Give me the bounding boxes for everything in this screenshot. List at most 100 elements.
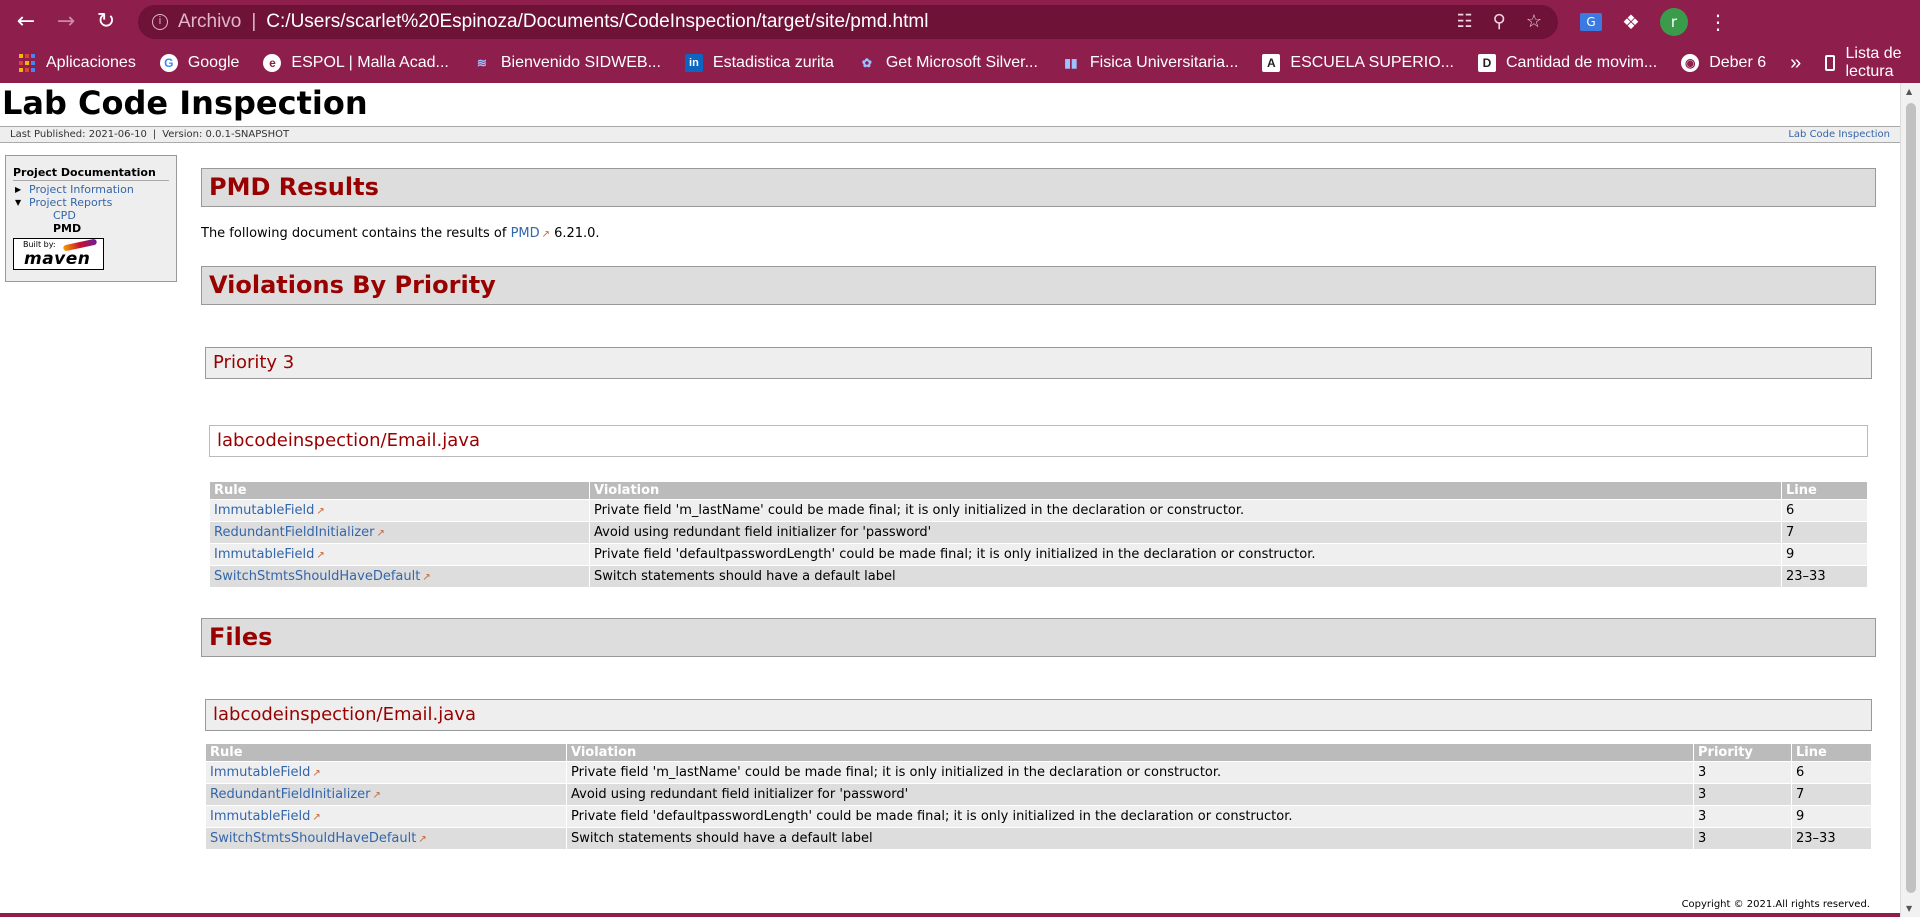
- scrollbar-thumb[interactable]: [1906, 103, 1916, 893]
- built-by-label: Built by:: [23, 240, 56, 249]
- page: Lab Code Inspection Last Published: 2021…: [0, 83, 1900, 917]
- bookmark-sidweb[interactable]: ≋ Bienvenido SIDWEB...: [473, 54, 661, 72]
- google-translate-extension-icon[interactable]: G: [1580, 12, 1602, 31]
- violations-table: Rule Violation Line ImmutableField ↗ Priv…: [209, 481, 1868, 588]
- pmd-results-heading: PMD Results: [201, 168, 1876, 207]
- left-navigation: Project Documentation ▶ Project Informat…: [5, 155, 177, 282]
- rule-link[interactable]: RedundantFieldInitializer: [214, 525, 375, 540]
- external-link-icon: ↗: [422, 572, 431, 583]
- bookmark-fisica[interactable]: ▮▮ Fisica Universitaria...: [1062, 54, 1238, 72]
- address-bar[interactable]: i Archivo | C:/Users/scarlet%20Espinoza/…: [138, 4, 1558, 39]
- bookmark-estadistica[interactable]: in Estadistica zurita: [684, 54, 834, 72]
- translate-icon[interactable]: ☷: [1457, 11, 1473, 32]
- rule-link[interactable]: ImmutableField: [210, 765, 310, 780]
- table-row: RedundantFieldInitializer ↗ Avoid using r…: [205, 783, 1872, 806]
- expanded-triangle-icon: ▼: [15, 198, 22, 207]
- line-cell: 23–33: [1781, 565, 1868, 588]
- menu-kebab-icon[interactable]: ⋮: [1708, 10, 1728, 34]
- globe-icon: ◉: [1681, 54, 1700, 72]
- main-content: PMD Results The following document conta…: [201, 168, 1876, 850]
- external-link-icon: ↗: [372, 790, 381, 801]
- a-letter-icon: A: [1262, 54, 1281, 72]
- bookmark-silverlight[interactable]: ✿ Get Microsoft Silver...: [858, 54, 1038, 72]
- nav-item-cpd[interactable]: CPD: [13, 209, 169, 222]
- bookmark-label: Bienvenido SIDWEB...: [500, 54, 661, 71]
- scroll-up-arrow-icon[interactable]: ▲: [1906, 87, 1912, 96]
- bookmark-google[interactable]: G Google: [159, 54, 240, 72]
- breadcrumb-link-home[interactable]: Lab Code Inspection: [1788, 129, 1890, 140]
- info-icon[interactable]: i: [152, 13, 168, 30]
- rule-link[interactable]: SwitchStmtsShouldHaveDefault: [214, 569, 420, 584]
- google-icon: G: [159, 54, 178, 72]
- priority-cell: 3: [1693, 827, 1792, 850]
- bookmark-apps[interactable]: Aplicaciones: [18, 54, 136, 72]
- pmd-link[interactable]: PMD: [511, 226, 540, 241]
- rule-cell: ImmutableField ↗: [209, 499, 590, 522]
- violation-cell: Private field 'm_lastName' could be made…: [589, 499, 1782, 522]
- espol-icon: e: [263, 54, 282, 72]
- table-header-row: Rule Violation Priority Line: [205, 743, 1872, 762]
- extensions-puzzle-icon[interactable]: ❖: [1622, 10, 1640, 34]
- nav-item-pmd: PMD: [53, 222, 82, 235]
- built-by-maven-logo[interactable]: Built by: maven: [13, 238, 104, 270]
- external-link-icon: ↗: [316, 506, 325, 517]
- table-row: ImmutableField ↗ Private field 'm_lastNam…: [205, 761, 1872, 784]
- priority-3-heading: Priority 3: [205, 347, 1872, 379]
- nav-item-label: Project Information: [29, 183, 134, 196]
- table-header-row: Rule Violation Line: [209, 481, 1868, 500]
- browser-chrome: ← → ↻ i Archivo | C:/Users/scarlet%20Esp…: [0, 0, 1920, 83]
- bookmark-escuela[interactable]: A ESCUELA SUPERIO...: [1262, 54, 1454, 72]
- nav-item-project-reports[interactable]: ▼ Project Reports: [13, 196, 169, 209]
- rule-link[interactable]: ImmutableField: [210, 809, 310, 824]
- rule-cell: ImmutableField ↗: [209, 543, 590, 566]
- bookmark-cantidad[interactable]: D Cantidad de movim...: [1478, 54, 1657, 72]
- address-url[interactable]: C:/Users/scarlet%20Espinoza/Documents/Co…: [266, 11, 928, 33]
- reload-icon[interactable]: ↻: [88, 4, 124, 40]
- line-cell: 7: [1781, 521, 1868, 544]
- external-link-icon: ↗: [312, 768, 321, 779]
- chart-icon: ▮▮: [1064, 56, 1078, 70]
- bookmark-label: Google: [187, 54, 240, 71]
- rule-link[interactable]: ImmutableField: [214, 547, 314, 562]
- bookmark-label: Cantidad de movim...: [1506, 54, 1658, 71]
- avatar[interactable]: r: [1659, 7, 1688, 36]
- vertical-scrollbar[interactable]: ▲ ▼: [1900, 83, 1920, 917]
- priority-cell: 3: [1693, 783, 1792, 806]
- bookmark-espol[interactable]: e ESPOL | Malla Acad...: [263, 54, 449, 72]
- collapsed-triangle-icon: ▶: [15, 185, 22, 194]
- reading-list-button[interactable]: Lista de lectura: [1825, 45, 1920, 81]
- rule-cell: ImmutableField ↗: [205, 805, 567, 828]
- priority-cell: 3: [1693, 761, 1792, 784]
- forward-arrow-icon[interactable]: →: [48, 4, 84, 40]
- bookmark-label: Fisica Universitaria...: [1089, 54, 1239, 71]
- nav-item-project-information[interactable]: ▶ Project Information: [13, 183, 169, 196]
- rule-cell: SwitchStmtsShouldHaveDefault ↗: [205, 827, 567, 850]
- rule-cell: SwitchStmtsShouldHaveDefault ↗: [209, 565, 590, 588]
- rule-link[interactable]: RedundantFieldInitializer: [210, 787, 371, 802]
- browser-toolbar: ← → ↻ i Archivo | C:/Users/scarlet%20Esp…: [0, 0, 1920, 43]
- back-arrow-icon[interactable]: ←: [8, 4, 44, 40]
- column-header-violation: Violation: [589, 481, 1782, 500]
- column-header-line: Line: [1791, 743, 1872, 762]
- intro-paragraph: The following document contains the resu…: [201, 226, 1876, 242]
- copyright: Copyright © 2021.All rights reserved.: [1681, 899, 1870, 910]
- bookmark-star-icon[interactable]: ☆: [1526, 11, 1542, 32]
- rule-link[interactable]: ImmutableField: [214, 503, 314, 518]
- zoom-icon[interactable]: ⚲: [1493, 11, 1506, 32]
- bookmark-label: Estadistica zurita: [712, 54, 834, 71]
- table-row: SwitchStmtsShouldHaveDefault ↗ Switch sta…: [205, 827, 1872, 850]
- bookmark-deber6[interactable]: ◉ Deber 6: [1681, 54, 1766, 72]
- scroll-down-arrow-icon[interactable]: ▼: [1906, 904, 1912, 913]
- violation-cell: Private field 'defaultpasswordLength' co…: [589, 543, 1782, 566]
- site-title: Lab Code Inspection: [2, 84, 368, 122]
- maven-wordmark: maven: [24, 249, 91, 269]
- rule-link[interactable]: SwitchStmtsShouldHaveDefault: [210, 831, 416, 846]
- more-bookmarks-chevron-icon[interactable]: »: [1790, 52, 1801, 75]
- version: Version: 0.0.1-SNAPSHOT: [162, 129, 290, 140]
- column-header-rule: Rule: [205, 743, 567, 762]
- bookmark-label: ESPOL | Malla Acad...: [291, 54, 449, 71]
- rule-cell: RedundantFieldInitializer ↗: [209, 521, 590, 544]
- reading-list-icon: [1825, 55, 1836, 71]
- rule-cell: ImmutableField ↗: [205, 761, 567, 784]
- silverlight-icon: ✿: [861, 56, 872, 70]
